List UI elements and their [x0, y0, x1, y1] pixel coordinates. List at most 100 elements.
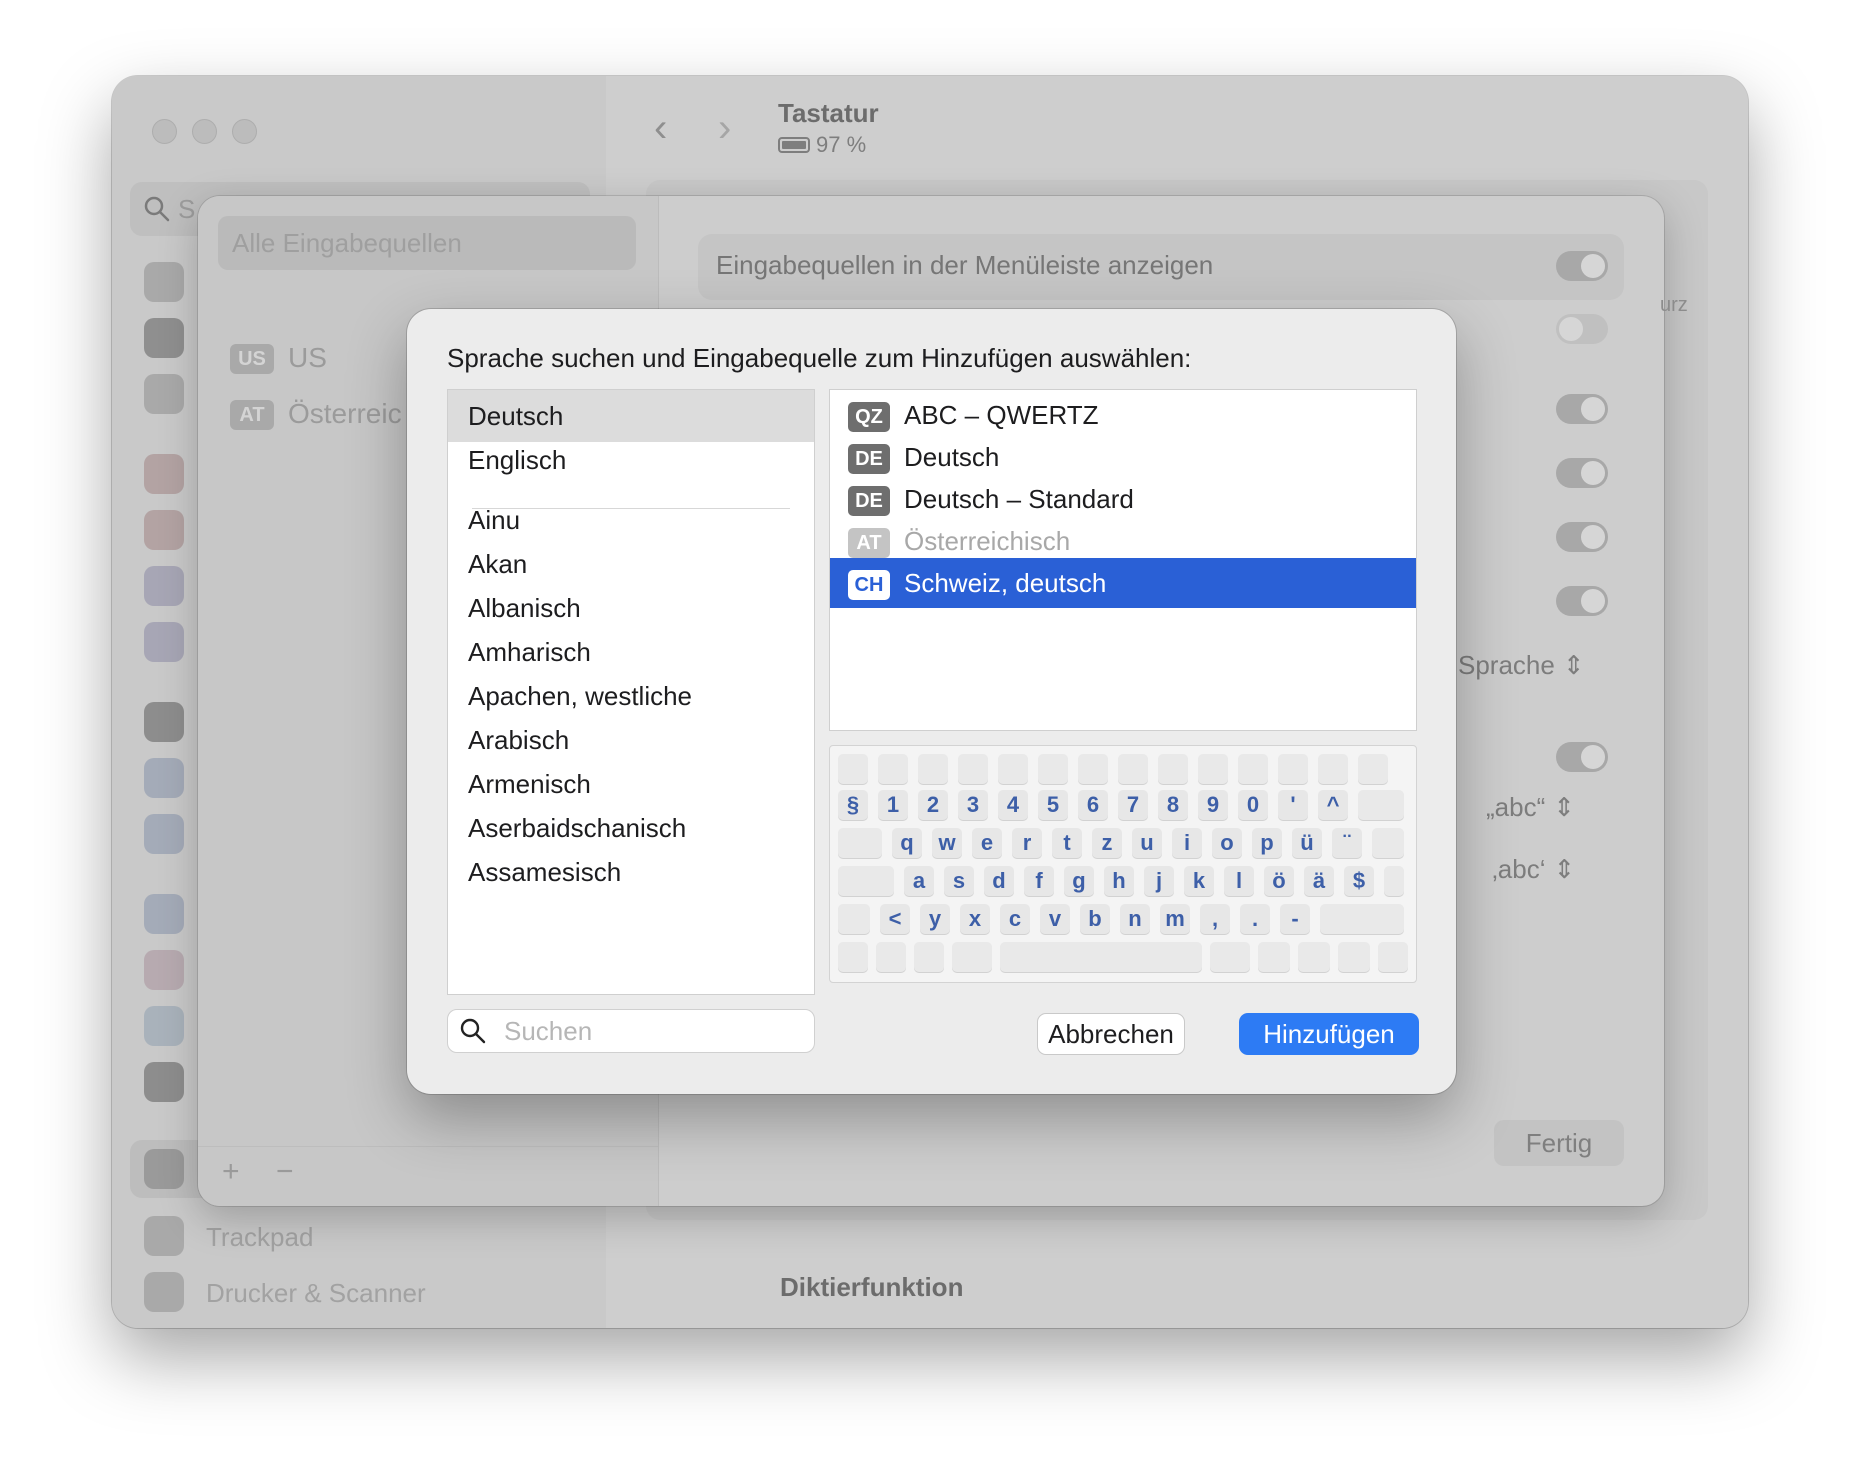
- keyboard-blank-key: [1358, 790, 1404, 820]
- lock-screen-icon[interactable]: [144, 702, 184, 742]
- keyboard-blank-key: [1320, 904, 1404, 934]
- show-in-menubar-toggle[interactable]: [1556, 251, 1608, 281]
- keyboard-key: h: [1104, 866, 1134, 896]
- language-item[interactable]: Assamesisch: [448, 846, 814, 898]
- keyboard-key: j: [1144, 866, 1174, 896]
- language-item-englisch[interactable]: Englisch: [448, 434, 814, 486]
- single-quote-popup[interactable]: ‚abc‘ ⇕: [1492, 854, 1575, 885]
- language-search-input[interactable]: [502, 1014, 806, 1048]
- source-label: Österreic: [288, 398, 402, 429]
- back-chevron-icon[interactable]: ‹: [654, 106, 667, 151]
- keyboard-key: ,: [1200, 904, 1230, 934]
- game-center-icon[interactable]: [144, 950, 184, 990]
- users-icon[interactable]: [144, 814, 184, 854]
- remove-source-button[interactable]: −: [276, 1155, 294, 1189]
- setting-toggle-2[interactable]: [1556, 314, 1608, 344]
- keyboard-blank-key: [998, 754, 1028, 784]
- language-search-field[interactable]: [447, 1009, 815, 1053]
- sheet-bottom-bar: + −: [198, 1146, 658, 1206]
- wallet-icon[interactable]: [144, 1062, 184, 1102]
- privacy-hand-icon[interactable]: [144, 758, 184, 798]
- input-source-item-schweiz-deutsch[interactable]: CH Schweiz, deutsch: [830, 558, 1416, 608]
- dialog-prompt: Sprache suchen und Eingabequelle zum Hin…: [447, 343, 1192, 373]
- keyboard-blank-key: [1378, 942, 1408, 972]
- double-quote-popup[interactable]: „abc“ ⇕: [1486, 792, 1575, 823]
- keyboard-blank-key: [1372, 828, 1404, 858]
- keyboard-blank-key: [838, 866, 894, 896]
- source-label: ABC – QWERTZ: [904, 400, 1099, 430]
- keyboard-key: c: [1000, 904, 1030, 934]
- keyboard-key: <: [880, 904, 910, 934]
- keyboard-key: r: [1012, 828, 1042, 858]
- source-tag: DE: [848, 444, 890, 474]
- all-input-sources-item[interactable]: Alle Eingabequellen: [218, 216, 636, 270]
- keyboard-key: i: [1172, 828, 1202, 858]
- zoom-window-button[interactable]: [232, 119, 257, 144]
- keyboard-key: t: [1052, 828, 1082, 858]
- show-in-menubar-label: Eingabequellen in der Menüleiste anzeige…: [716, 250, 1214, 280]
- setting-toggle-5[interactable]: [1556, 522, 1608, 552]
- language-popup[interactable]: Sprache ⇕: [1458, 650, 1585, 681]
- keyboard-blank-key: [1298, 942, 1330, 972]
- screen-time-icon[interactable]: [144, 622, 184, 662]
- keyboard-key: s: [944, 866, 974, 896]
- focus-icon[interactable]: [144, 566, 184, 606]
- keyboard-key: e: [972, 828, 1002, 858]
- setting-toggle-4[interactable]: [1556, 458, 1608, 488]
- input-source-us[interactable]: US US: [230, 342, 327, 374]
- close-window-button[interactable]: [152, 119, 177, 144]
- setting-toggle-6[interactable]: [1556, 586, 1608, 616]
- source-tag: US: [230, 344, 274, 374]
- keyboard-key: ö: [1264, 866, 1294, 896]
- keyboard-key: q: [892, 828, 922, 858]
- sidebar-search-placeholder: S: [178, 194, 196, 224]
- keyboard-blank-key: [1358, 754, 1388, 784]
- window-title: Tastatur: [778, 98, 879, 128]
- input-source-list: QZ ABC – QWERTZ DE Deutsch DE Deutsch – Sta…: [829, 389, 1417, 731]
- done-button[interactable]: Fertig: [1494, 1120, 1624, 1166]
- keyboard-blank-key: [1198, 754, 1228, 784]
- keyboard-key: v: [1040, 904, 1070, 934]
- setting-toggle-7[interactable]: [1556, 742, 1608, 772]
- setting-toggle-3[interactable]: [1556, 394, 1608, 424]
- keyboard-key: z: [1092, 828, 1122, 858]
- add-source-button[interactable]: +: [222, 1155, 240, 1189]
- keyboard-key: 1: [878, 790, 908, 820]
- keyboard-key: 3: [958, 790, 988, 820]
- double-quote-value: „abc“: [1486, 792, 1546, 822]
- keyboard-blank-key: [1338, 942, 1370, 972]
- source-tag: CH: [848, 570, 890, 600]
- keyboard-key: ü: [1292, 828, 1322, 858]
- input-source-at[interactable]: AT Österreic: [230, 398, 402, 430]
- icloud-icon[interactable]: [144, 1006, 184, 1046]
- control-center-icon[interactable]: [144, 262, 184, 302]
- keyboard-blank-key: [1210, 942, 1250, 972]
- search-icon: [144, 196, 170, 222]
- keyboard-blank-key: [914, 942, 944, 972]
- keyboard-blank-key: [1038, 754, 1068, 784]
- internet-accounts-icon[interactable]: [144, 894, 184, 934]
- keyboard-key: 8: [1158, 790, 1188, 820]
- keyboard-key: p: [1252, 828, 1282, 858]
- keyboard-blank-key: [1238, 754, 1268, 784]
- keyboard-key: ¨: [1332, 828, 1362, 858]
- keyboard-key: 5: [1038, 790, 1068, 820]
- keyboard-blank-key: [878, 754, 908, 784]
- source-tag: AT: [848, 528, 890, 558]
- single-quote-value: ‚abc‘: [1492, 854, 1546, 884]
- sound-icon[interactable]: [144, 510, 184, 550]
- keyboard-key: 4: [998, 790, 1028, 820]
- cancel-button[interactable]: Abbrechen: [1037, 1013, 1185, 1055]
- desktop-dock-icon[interactable]: [144, 318, 184, 358]
- add-button[interactable]: Hinzufügen: [1239, 1013, 1419, 1055]
- spotlight-icon[interactable]: [144, 374, 184, 414]
- source-label: Schweiz, deutsch: [904, 568, 1107, 598]
- keyboard-blank-key: [1078, 754, 1108, 784]
- keyboard-key: 2: [918, 790, 948, 820]
- keyboard-key: 7: [1118, 790, 1148, 820]
- minimize-window-button[interactable]: [192, 119, 217, 144]
- keyboard-key: o: [1212, 828, 1242, 858]
- keyboard-blank-key: [918, 754, 948, 784]
- notifications-icon[interactable]: [144, 454, 184, 494]
- forward-chevron-icon[interactable]: ›: [718, 106, 731, 151]
